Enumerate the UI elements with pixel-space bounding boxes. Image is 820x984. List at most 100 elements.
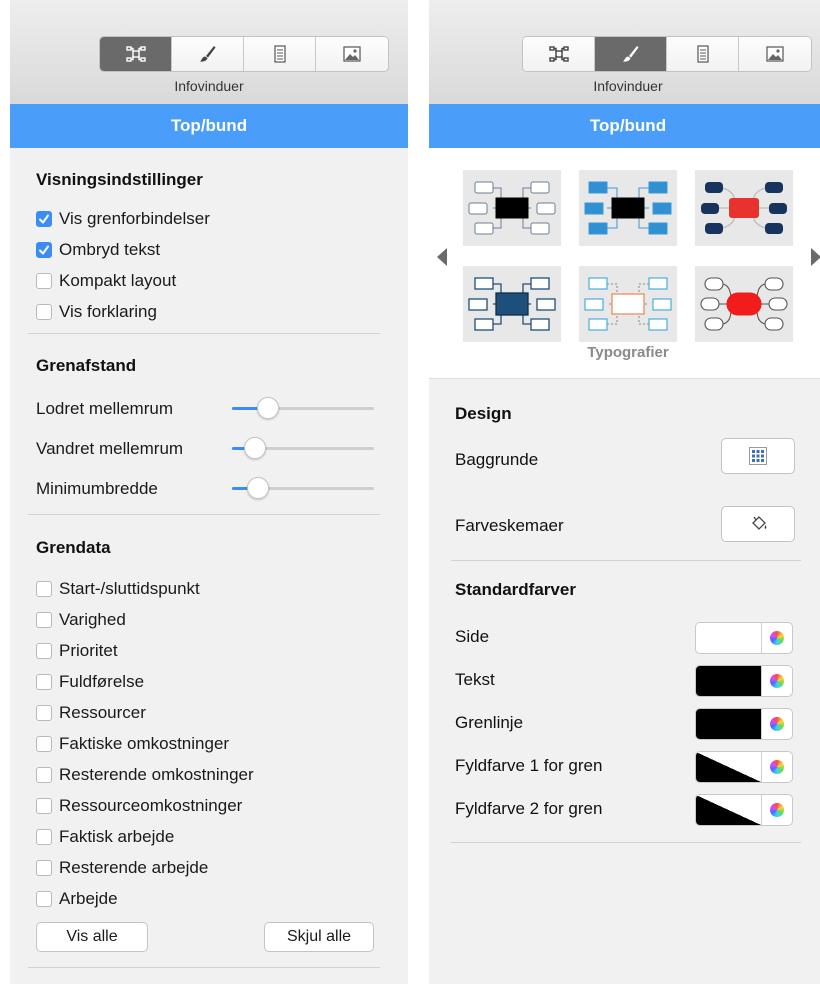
checkbox-row[interactable]: Resterende arbejde [36, 855, 208, 881]
tab-map-structure[interactable] [523, 37, 595, 71]
checkbox-row[interactable]: Prioritet [36, 638, 118, 664]
slider-knob[interactable] [247, 477, 269, 499]
color-wheel-icon [770, 760, 785, 774]
checkbox-row[interactable]: Start-/sluttidspunkt [36, 576, 200, 602]
checkbox-row[interactable]: Kompakt layout [36, 268, 176, 294]
color-wheel-button[interactable] [761, 795, 792, 825]
color-swatch[interactable] [696, 666, 762, 696]
hide-all-button[interactable]: Skjul alle [264, 922, 374, 952]
color-well[interactable] [695, 622, 793, 654]
gallery-prev-arrow-icon[interactable] [437, 248, 447, 266]
tab-map-structure[interactable] [100, 37, 172, 71]
show-all-button[interactable]: Vis alle [36, 922, 148, 952]
backgrounds-label: Baggrunde [455, 450, 539, 469]
checkbox-row[interactable]: Varighed [36, 607, 126, 633]
checkbox[interactable] [36, 705, 52, 721]
color-swatch[interactable] [696, 795, 762, 825]
inspector-tabs [99, 36, 389, 72]
tab-image[interactable] [739, 37, 811, 71]
checkbox[interactable] [36, 304, 52, 320]
checkbox[interactable] [36, 674, 52, 690]
panel-header: Top/bund [10, 104, 408, 148]
section-title-design: Design [455, 404, 512, 423]
section-title-standardfarver: Standardfarver [455, 580, 576, 599]
gallery-next-arrow-icon[interactable] [811, 248, 820, 266]
color-wheel-button[interactable] [761, 709, 792, 739]
checkbox-row[interactable]: Faktiske omkostninger [36, 731, 229, 757]
map-structure-icon [125, 46, 146, 62]
checkbox[interactable] [36, 736, 52, 752]
section-title-visning: Visningsindstillinger [36, 170, 203, 189]
tab-notes[interactable] [667, 37, 739, 71]
map-structure-icon [548, 46, 569, 62]
spacing-slider[interactable] [232, 396, 374, 420]
left-inspector-panel: Infovinduer Top/bund Visningsindstilling… [10, 0, 408, 984]
color-well[interactable] [695, 794, 793, 826]
color-row-label: Fyldfarve 1 for gren [455, 756, 603, 775]
gallery-caption: Typografier [587, 344, 669, 361]
style-thumbnail[interactable] [579, 266, 677, 342]
image-icon [343, 46, 361, 62]
document-icon [696, 45, 709, 63]
checkbox-label: Varighed [59, 610, 126, 629]
checkbox-row[interactable]: Ombryd tekst [36, 237, 160, 263]
spacing-slider[interactable] [232, 476, 374, 500]
image-icon [766, 46, 784, 62]
slider-label: Minimumbredde [36, 479, 158, 498]
checkbox-checked[interactable] [36, 242, 52, 258]
color-swatch[interactable] [696, 623, 762, 653]
checkbox-row[interactable]: Ressourceomkostninger [36, 793, 242, 819]
checkbox-row[interactable]: Ressourcer [36, 700, 146, 726]
checkbox-checked[interactable] [36, 211, 52, 227]
checkbox[interactable] [36, 643, 52, 659]
backgrounds-button[interactable] [721, 438, 795, 474]
spacing-slider[interactable] [232, 436, 374, 460]
checkbox-row[interactable]: Fuldførelse [36, 669, 144, 695]
checkbox-row[interactable]: Faktisk arbejde [36, 824, 174, 850]
checkbox-label: Vis grenforbindelser [59, 209, 210, 228]
toolbar-caption: Infovinduer [174, 78, 244, 94]
checkbox[interactable] [36, 829, 52, 845]
color-wheel-button[interactable] [761, 623, 792, 653]
style-thumbnail[interactable] [463, 170, 561, 246]
style-thumbnail[interactable] [695, 170, 793, 246]
slider-knob[interactable] [257, 397, 279, 419]
checkbox-label: Ombryd tekst [59, 240, 161, 259]
color-wheel-button[interactable] [761, 752, 792, 782]
color-schemes-label: Farveskemaer [455, 516, 564, 535]
divider [451, 560, 801, 561]
checkbox-row[interactable]: Resterende omkostninger [36, 762, 254, 788]
style-thumbnail[interactable] [695, 266, 793, 342]
checkbox[interactable] [36, 581, 52, 597]
color-wheel-button[interactable] [761, 666, 792, 696]
checkbox-row[interactable]: Vis forklaring [36, 299, 157, 325]
checkbox[interactable] [36, 612, 52, 628]
color-well[interactable] [695, 708, 793, 740]
checkbox-label: Start-/sluttidspunkt [59, 579, 200, 598]
checkbox[interactable] [36, 273, 52, 289]
slider-knob[interactable] [244, 437, 266, 459]
checkbox-label: Kompakt layout [59, 271, 177, 290]
color-well[interactable] [695, 665, 793, 697]
tab-format[interactable] [172, 37, 244, 71]
color-schemes-button[interactable] [721, 506, 795, 542]
toolbar-caption: Infovinduer [593, 78, 663, 94]
checkbox[interactable] [36, 798, 52, 814]
checkbox-row[interactable]: Arbejde [36, 886, 118, 912]
color-swatch[interactable] [696, 752, 762, 782]
style-thumbnail[interactable] [579, 170, 677, 246]
color-well[interactable] [695, 751, 793, 783]
tab-format[interactable] [595, 37, 667, 71]
slider-label: Lodret mellemrum [36, 399, 173, 418]
style-thumbnail[interactable] [463, 266, 561, 342]
color-swatch[interactable] [696, 709, 762, 739]
checkbox-row[interactable]: Vis grenforbindelser [36, 206, 210, 232]
tab-notes[interactable] [244, 37, 316, 71]
checkbox[interactable] [36, 891, 52, 907]
color-row-label: Fyldfarve 2 for gren [455, 799, 603, 818]
checkbox[interactable] [36, 860, 52, 876]
tab-image[interactable] [316, 37, 388, 71]
paint-bucket-icon [752, 516, 767, 530]
checkbox[interactable] [36, 767, 52, 783]
color-row-label: Grenlinje [455, 713, 524, 732]
